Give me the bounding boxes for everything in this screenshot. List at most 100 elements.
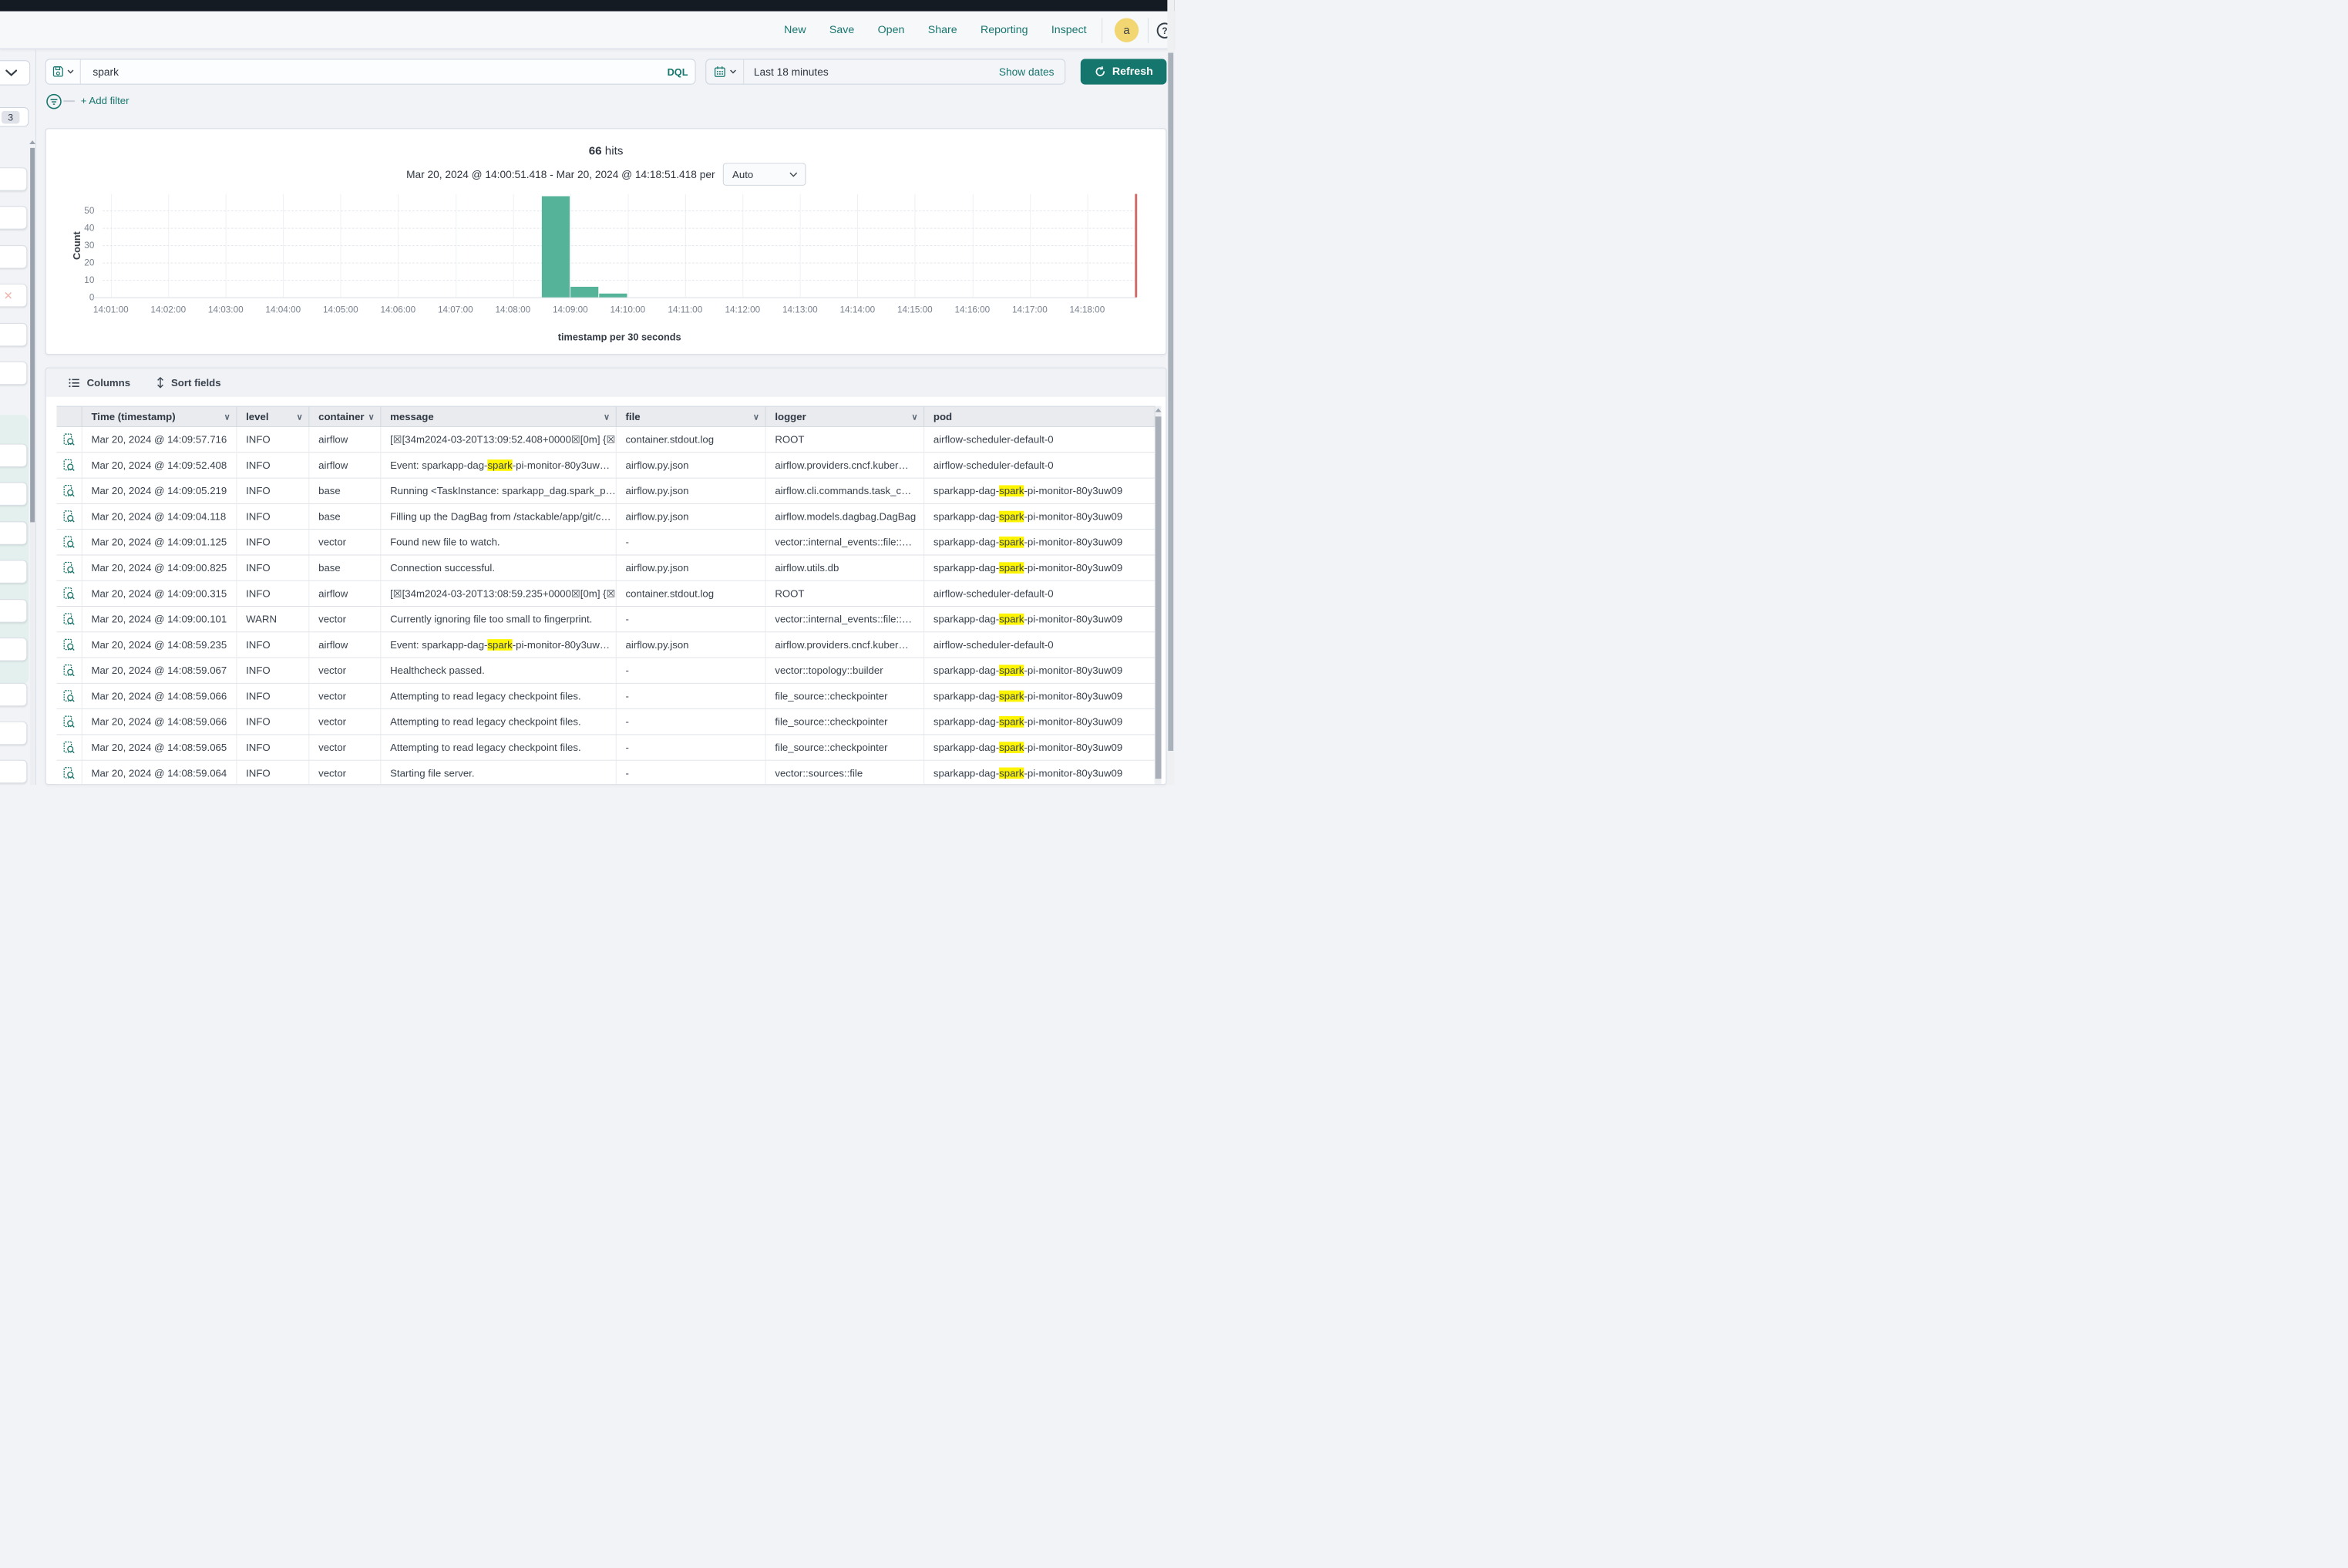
histogram-bar[interactable] (542, 197, 570, 298)
field-card[interactable] (0, 638, 27, 661)
field-card[interactable] (0, 483, 27, 506)
message-cell: Connection successful. (381, 555, 616, 580)
nav-item-open[interactable]: Open (878, 24, 905, 36)
chevron-down-icon[interactable]: ∨ (368, 412, 375, 422)
inspect-document-icon[interactable] (62, 741, 76, 754)
inspect-document-icon[interactable] (62, 638, 76, 651)
container-cell: vector (309, 530, 381, 554)
field-card[interactable] (0, 245, 27, 268)
level-cell: INFO (237, 427, 309, 452)
field-card[interactable]: ✕ (0, 284, 27, 307)
filter-menu-icon[interactable] (46, 93, 62, 113)
nav-item-share[interactable]: Share (928, 24, 957, 36)
chevron-down-icon[interactable]: ∨ (753, 412, 759, 422)
column-header-time[interactable]: Time (timestamp)∨ (82, 407, 237, 426)
inspect-document-icon[interactable] (62, 715, 76, 728)
inspect-document-icon[interactable] (62, 433, 76, 446)
nav-item-reporting[interactable]: Reporting (981, 24, 1028, 36)
histogram-bar[interactable] (570, 287, 598, 298)
column-header-message[interactable]: message∨ (381, 407, 616, 426)
chevron-down-icon[interactable]: ∨ (297, 412, 303, 422)
remove-field-icon[interactable]: ✕ (4, 288, 13, 302)
search-highlight: spark (999, 691, 1024, 702)
refresh-label: Refresh (1112, 66, 1153, 78)
time-range-value[interactable]: Last 18 minutes (744, 66, 999, 78)
inspect-document-icon[interactable] (62, 510, 76, 523)
search-input[interactable] (81, 59, 661, 83)
field-card[interactable] (0, 760, 27, 783)
column-header-container[interactable]: container∨ (309, 407, 381, 426)
field-card[interactable] (0, 722, 27, 745)
inspect-document-icon[interactable] (62, 767, 76, 780)
columns-button[interactable]: Columns (69, 377, 130, 389)
inspect-document-icon[interactable] (62, 561, 76, 574)
expand-cell (56, 632, 82, 657)
field-card[interactable] (0, 323, 27, 346)
columns-label: Columns (87, 377, 131, 389)
pod-cell: sparkapp-dag-spark-pi-monitor-80y3uw09 (924, 530, 1155, 554)
message-cell: [☒[34m2024-03-20T13:09:52.408+0000☒[0m] … (381, 427, 616, 452)
refresh-button[interactable]: Refresh (1081, 59, 1167, 84)
chevron-down-icon[interactable]: ∨ (224, 412, 230, 422)
field-card[interactable] (0, 683, 27, 706)
sort-fields-button[interactable]: Sort fields (156, 376, 220, 389)
column-header-file[interactable]: file∨ (617, 407, 766, 426)
sidebar-collapse-button[interactable] (0, 60, 30, 85)
inspect-document-icon[interactable] (62, 536, 76, 549)
container-cell: base (309, 479, 381, 503)
inspect-document-icon[interactable] (62, 613, 76, 626)
field-card[interactable] (0, 560, 27, 583)
logger-cell: file_source::checkpointer (766, 735, 925, 759)
table-scrollbar-thumb[interactable] (1155, 416, 1162, 779)
page-scrollbar-thumb[interactable] (1168, 53, 1173, 751)
nav-item-save[interactable]: Save (829, 24, 854, 36)
calendar-menu-button[interactable] (706, 59, 744, 83)
field-card[interactable] (0, 362, 27, 385)
column-header-expand (56, 407, 82, 426)
chevron-down-icon[interactable]: ∨ (911, 412, 917, 422)
inspect-document-icon[interactable] (62, 459, 76, 472)
saved-query-menu-button[interactable] (46, 59, 81, 83)
expand-cell (56, 581, 82, 606)
x-axis-tick: 14:06:00 (372, 304, 425, 315)
nav-item-new[interactable]: New (784, 24, 806, 36)
expand-cell (56, 427, 82, 452)
time-cell: Mar 20, 2024 @ 14:08:59.235 (82, 632, 237, 657)
column-header-level[interactable]: level∨ (237, 407, 309, 426)
field-card[interactable] (0, 206, 27, 229)
column-header-logger[interactable]: logger∨ (766, 407, 925, 426)
file-cell: - (617, 761, 766, 785)
query-bar: DQL (45, 59, 696, 84)
nav-item-inspect[interactable]: Inspect (1051, 24, 1087, 36)
message-cell: Event: sparkapp-dag-spark-pi-monitor-80y… (381, 453, 616, 477)
inspect-document-icon[interactable] (62, 484, 76, 497)
show-dates-link[interactable]: Show dates (999, 66, 1065, 78)
sidebar-scrollbar-thumb[interactable] (30, 148, 35, 523)
logger-cell: airflow.providers.cncf.kuber… (766, 632, 925, 657)
sidebar-scroll-up-arrow[interactable] (29, 140, 35, 144)
chevron-down-icon[interactable]: ∨ (604, 412, 610, 422)
histogram-bar[interactable] (599, 294, 627, 297)
nav-separator (1148, 18, 1149, 42)
level-cell: INFO (237, 453, 309, 477)
level-cell: INFO (237, 555, 309, 580)
add-filter-link[interactable]: + Add filter (81, 95, 130, 106)
field-card[interactable] (0, 444, 27, 467)
field-card[interactable] (0, 167, 27, 190)
expand-cell (56, 658, 82, 683)
column-header-pod[interactable]: pod (924, 407, 1155, 426)
avatar[interactable]: a (1115, 18, 1139, 42)
file-cell: airflow.py.json (617, 453, 766, 477)
query-language-button[interactable]: DQL (661, 59, 695, 83)
table-scroll-up-arrow[interactable] (1155, 409, 1162, 412)
search-highlight: spark (999, 614, 1024, 625)
container-cell: vector (309, 709, 381, 734)
inspect-document-icon[interactable] (62, 690, 76, 703)
field-card[interactable] (0, 599, 27, 622)
table-row: Mar 20, 2024 @ 14:09:04.118INFObaseFilli… (56, 504, 1155, 530)
inspect-document-icon[interactable] (62, 664, 76, 677)
field-card[interactable] (0, 521, 27, 544)
pod-cell: airflow-scheduler-default-0 (924, 427, 1155, 452)
x-axis-tick: 14:04:00 (257, 304, 310, 315)
inspect-document-icon[interactable] (62, 587, 76, 601)
